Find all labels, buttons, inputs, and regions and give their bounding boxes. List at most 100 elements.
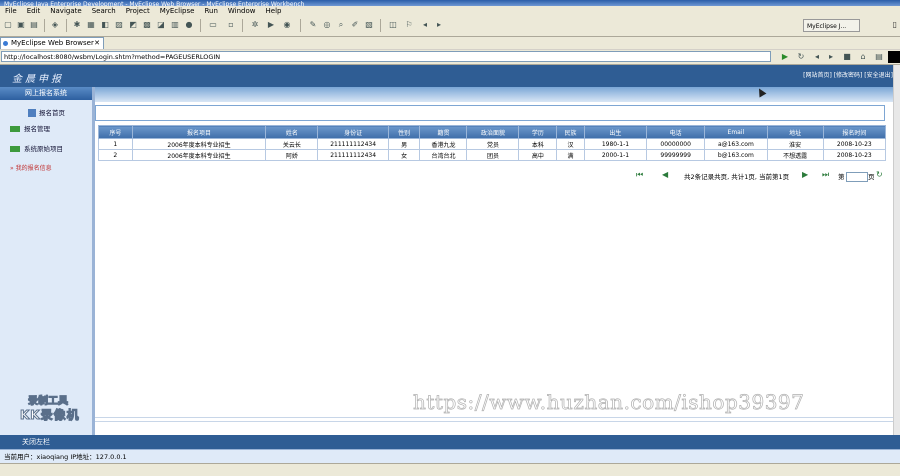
external-tools-icon[interactable]: ◉ xyxy=(282,20,292,30)
column-header: Email xyxy=(704,125,768,139)
first-page-icon[interactable]: ⏮ xyxy=(636,170,643,180)
nav-sub-label: 我的报名信息 xyxy=(15,165,52,172)
package-icon[interactable]: ▦ xyxy=(86,20,96,30)
table-cell: 女 xyxy=(387,149,421,161)
nav-item-label: 系统原始项目 xyxy=(24,145,63,153)
forward-icon[interactable]: ▸ xyxy=(826,52,836,62)
table-cell: 1 xyxy=(98,138,133,150)
menu-window[interactable]: Window xyxy=(223,6,261,16)
deploy-icon[interactable]: ◩ xyxy=(128,20,138,30)
table-cell: 2 xyxy=(98,149,133,161)
page-footer: 关闭左栏 xyxy=(0,435,900,449)
monitor-icon[interactable]: ▭ xyxy=(208,20,218,30)
menu-navigate[interactable]: Navigate xyxy=(45,6,86,16)
toolbar-separator xyxy=(380,19,381,32)
header-links[interactable]: [网站首页] [修改密码] [安全退出] xyxy=(803,70,893,79)
url-input[interactable]: http://localhost:8080/wsbm/Login.shtm?me… xyxy=(1,51,771,62)
menu-search[interactable]: Search xyxy=(87,6,121,16)
folder-icon xyxy=(10,146,20,152)
browser-icon[interactable]: ▫ xyxy=(226,20,236,30)
table-row[interactable]: 2 2006年度本科专业招生 阿娇 211111112434 女 台湾台北 团员… xyxy=(98,149,887,161)
page-number-input[interactable] xyxy=(846,172,868,182)
run-icon[interactable]: ▶ xyxy=(266,20,276,30)
server-icon[interactable]: ◈ xyxy=(50,20,60,30)
table-cell: 党员 xyxy=(466,138,520,150)
tab-web-browser[interactable]: MyEclipse Web Browser ✕ xyxy=(0,37,104,49)
tab-label: MyEclipse Web Browser xyxy=(11,39,94,47)
table-cell: 00000000 xyxy=(646,138,706,150)
table-row[interactable]: 1 2006年度本科专业招生 关云长 211111112434 男 香港九龙 党… xyxy=(98,138,887,150)
perspective-button[interactable]: MyEclipse J... xyxy=(803,19,860,32)
table-cell: 阿娇 xyxy=(265,149,319,161)
table-cell: 香港九龙 xyxy=(419,138,468,150)
window-controls[interactable]: ▯ xyxy=(893,20,897,29)
menu-run[interactable]: Run xyxy=(199,6,222,16)
page-header: 金晨申报 [网站首页] [修改密码] [安全退出] xyxy=(0,65,893,87)
refresh-icon[interactable]: ↻ xyxy=(796,52,806,62)
prev-page-icon[interactable]: ◀ xyxy=(662,170,668,180)
stop-icon[interactable]: ■ xyxy=(842,52,852,62)
print-icon[interactable]: ▤ xyxy=(29,20,39,30)
editor-tab-row: MyEclipse Web Browser ✕ xyxy=(0,37,900,49)
left-sidebar: 网上报名系统 报名首页 报名管理 系统原始项目 » 我的报名信息 录制工具 KK… xyxy=(0,87,95,435)
column-header: 性别 xyxy=(387,125,421,139)
menu-file[interactable]: File xyxy=(0,6,22,16)
new-wizard-icon[interactable]: ✎ xyxy=(308,20,318,30)
toolbar-separator xyxy=(66,19,67,32)
column-header: 报名项目 xyxy=(131,125,267,139)
divider xyxy=(95,417,893,418)
save-icon[interactable]: ▣ xyxy=(16,20,26,30)
forward-icon[interactable]: ▸ xyxy=(434,20,444,30)
class-icon[interactable]: ◧ xyxy=(100,20,110,30)
console-icon[interactable] xyxy=(888,51,900,63)
search-icon[interactable]: ⌕ xyxy=(336,20,346,30)
close-left-panel-link[interactable]: 关闭左栏 xyxy=(22,437,50,447)
nav-item-signup-manage[interactable]: 报名管理 xyxy=(10,123,90,135)
menu-project[interactable]: Project xyxy=(121,6,155,16)
table-cell: 满 xyxy=(556,149,585,161)
menu-myeclipse[interactable]: MyEclipse xyxy=(155,6,200,16)
home-icon[interactable]: ⌂ xyxy=(858,52,868,62)
column-header: 姓名 xyxy=(265,125,319,139)
print-icon[interactable]: ▤ xyxy=(874,52,884,62)
annotation-icon[interactable]: ⚐ xyxy=(404,20,414,30)
status-line: 当前用户：xiaoqiang IP地址：127.0.0.1 xyxy=(0,449,900,463)
nav-item-system-projects[interactable]: 系统原始项目 xyxy=(10,143,90,155)
nav-sub-my-signup[interactable]: » 我的报名信息 xyxy=(10,163,52,172)
back-icon[interactable]: ◂ xyxy=(812,52,822,62)
open-resource-icon[interactable]: ▧ xyxy=(364,20,374,30)
db-icon[interactable]: ▩ xyxy=(142,20,152,30)
pencil-icon[interactable]: ✐ xyxy=(350,20,360,30)
menu-help[interactable]: Help xyxy=(261,6,287,16)
table-cell: a@163.com xyxy=(704,138,768,150)
hibernate-icon[interactable]: ▥ xyxy=(170,20,180,30)
next-page-icon[interactable]: ▶ xyxy=(802,170,808,180)
struts-icon[interactable]: ◪ xyxy=(156,20,166,30)
browser-scrollbar[interactable] xyxy=(893,65,900,435)
go-icon[interactable]: ↻ xyxy=(876,170,883,180)
table-cell: 2006年度本科专业招生 xyxy=(131,149,267,161)
web-icon[interactable]: ▨ xyxy=(114,20,124,30)
debug-icon[interactable]: ✲ xyxy=(250,20,260,30)
toolbar-separator xyxy=(200,19,201,32)
new-icon[interactable]: ▢ xyxy=(3,20,13,30)
folder-icon xyxy=(10,126,20,132)
open-type-icon[interactable]: ◎ xyxy=(322,20,332,30)
close-icon[interactable]: ✕ xyxy=(94,38,100,49)
menu-edit[interactable]: Edit xyxy=(22,6,46,16)
web-page: 金晨申报 [网站首页] [修改密码] [安全退出] 网上报名系统 报名首页 报名… xyxy=(0,65,893,435)
back-icon[interactable]: ◂ xyxy=(420,20,430,30)
nav-item-label: 报名管理 xyxy=(24,125,50,133)
project-icon[interactable]: ✱ xyxy=(72,20,82,30)
go-icon[interactable]: ▶ xyxy=(780,52,790,62)
sidebar-divider[interactable] xyxy=(92,87,95,435)
system-title: 网上报名系统 xyxy=(0,87,92,100)
column-header: 地址 xyxy=(766,125,824,139)
globe-icon[interactable]: ● xyxy=(184,20,194,30)
site-logo: 金晨申报 xyxy=(12,74,64,85)
task-icon[interactable]: ◫ xyxy=(388,20,398,30)
nav-home-label: 报名首页 xyxy=(39,109,65,117)
nav-home[interactable]: 报名首页 xyxy=(28,107,65,117)
last-page-icon[interactable]: ⏭ xyxy=(822,170,829,180)
filter-box[interactable] xyxy=(95,105,885,121)
